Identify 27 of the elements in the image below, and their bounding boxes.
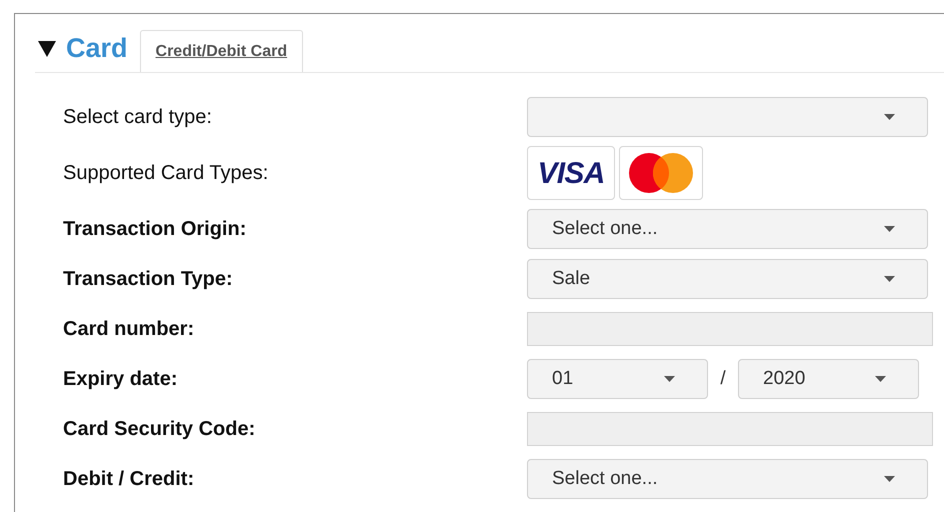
triangle-icon <box>38 40 56 56</box>
caret-icon <box>884 276 895 282</box>
month-select[interactable]: 01 <box>527 359 708 399</box>
field-label: Card Security Code: <box>62 417 256 442</box>
field-label: Supported Card Types: <box>62 161 270 186</box>
caret-icon <box>884 476 895 482</box>
caret-icon <box>884 226 895 232</box>
select-dropdown[interactable] <box>527 97 928 137</box>
caret-icon <box>884 114 895 120</box>
field-label: Transaction Origin: <box>62 217 248 242</box>
tab[interactable]: Credit/Debit Card <box>140 30 304 72</box>
date-separator: / <box>719 366 727 391</box>
select-dropdown[interactable]: Sale <box>527 259 928 299</box>
field-label: Card number: <box>62 317 196 342</box>
input-field[interactable] <box>527 412 933 446</box>
caret-icon <box>875 376 886 382</box>
mastercard-logo-icon <box>629 153 693 193</box>
select-dropdown[interactable]: Select one... <box>527 459 928 499</box>
input-field[interactable] <box>527 312 933 346</box>
caret-icon <box>664 376 675 382</box>
year-select[interactable]: 2020 <box>738 359 919 399</box>
field-label: Debit / Credit: <box>62 467 196 492</box>
field-label: Select card type: <box>62 105 213 130</box>
select-dropdown[interactable]: Select one... <box>527 209 928 249</box>
visa-logo: VISA <box>527 146 615 200</box>
field-label: Transaction Type: <box>62 267 234 292</box>
field-label: Expiry date: <box>62 367 178 392</box>
